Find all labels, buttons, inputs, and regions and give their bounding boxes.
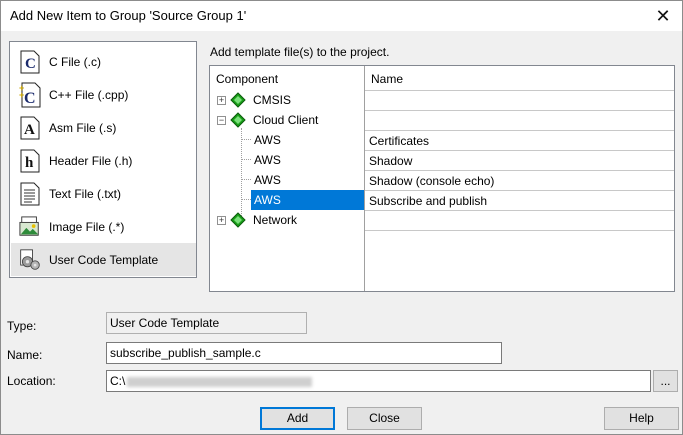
dialog-title: Add New Item to Group 'Source Group 1' xyxy=(10,8,247,23)
type-field: User Code Template xyxy=(106,312,307,334)
tree-node-cloud-client[interactable]: − Cloud Client xyxy=(210,110,364,130)
tree-node-label: CMSIS xyxy=(253,93,292,107)
type-item-header-file[interactable]: h Header File (.h) xyxy=(11,144,196,177)
type-label: C++ File (.cpp) xyxy=(49,87,129,102)
type-label: Type: xyxy=(7,319,37,333)
type-label: Image File (.*) xyxy=(49,219,125,234)
name-cell[interactable]: Certificates xyxy=(365,131,674,151)
column-header-name[interactable]: Name xyxy=(371,72,403,86)
collapse-icon[interactable]: − xyxy=(217,116,226,125)
tree-leaf-aws-subscribe-publish[interactable]: AWS xyxy=(210,190,364,210)
tree-node-network[interactable]: + Network xyxy=(210,210,364,230)
component-diamond-icon xyxy=(230,92,246,108)
location-label: Location: xyxy=(7,374,56,388)
expand-icon[interactable]: + xyxy=(217,96,226,105)
add-button[interactable]: Add xyxy=(260,407,335,430)
name-cell[interactable] xyxy=(365,111,674,131)
tree-node-label: Cloud Client xyxy=(253,113,319,127)
add-new-item-dialog: Add New Item to Group 'Source Group 1' ✕… xyxy=(0,0,683,435)
name-field[interactable]: subscribe_publish_sample.c xyxy=(106,342,502,364)
svg-text:+: + xyxy=(19,90,24,100)
type-label: Header File (.h) xyxy=(49,153,133,168)
svg-text:C: C xyxy=(24,90,36,107)
column-header-component[interactable]: Component xyxy=(216,72,278,86)
image-file-icon xyxy=(19,214,41,240)
header-file-icon: h xyxy=(19,148,41,174)
name-cell[interactable] xyxy=(365,211,674,231)
help-button[interactable]: Help xyxy=(604,407,679,430)
cpp-file-icon: C + + xyxy=(19,82,41,108)
component-diamond-icon xyxy=(230,212,246,228)
close-button[interactable]: Close xyxy=(347,407,422,430)
tree-leaf-label: AWS xyxy=(254,173,281,187)
svg-text:C: C xyxy=(25,56,36,72)
name-cell[interactable]: Shadow (console echo) xyxy=(365,171,674,191)
asm-file-icon: A xyxy=(19,115,41,141)
expand-icon[interactable]: + xyxy=(217,216,226,225)
type-item-user-code-template[interactable]: User Code Template xyxy=(11,243,196,276)
tree-leaf-aws-shadow-console-echo[interactable]: AWS xyxy=(210,170,364,190)
title-bar: Add New Item to Group 'Source Group 1' ✕ xyxy=(1,1,682,31)
type-item-text-file[interactable]: Text File (.txt) xyxy=(11,177,196,210)
name-cell-text: Shadow xyxy=(369,154,413,168)
redacted-path xyxy=(127,376,313,387)
hint-text: Add template file(s) to the project. xyxy=(210,45,390,59)
tree-node-label: Network xyxy=(253,213,298,227)
type-label: User Code Template xyxy=(49,252,159,267)
name-cell[interactable] xyxy=(365,91,674,111)
c-file-icon: C xyxy=(19,49,41,75)
name-cell[interactable]: Shadow xyxy=(365,151,674,171)
location-text: C:\ xyxy=(110,374,126,388)
type-item-cpp-file[interactable]: C + + C++ File (.cpp) xyxy=(11,78,196,111)
tree-node-cmsis[interactable]: + CMSIS xyxy=(210,90,364,110)
component-diamond-icon xyxy=(230,112,246,128)
type-label: C File (.c) xyxy=(49,54,101,69)
template-tree: Component Name + CMSIS − Cloud Client AW… xyxy=(209,65,675,292)
type-item-asm-file[interactable]: A Asm File (.s) xyxy=(11,111,196,144)
browse-button[interactable]: ... xyxy=(653,370,678,392)
close-icon[interactable]: ✕ xyxy=(650,3,676,29)
type-label: Asm File (.s) xyxy=(49,120,117,135)
type-item-c-file[interactable]: C C File (.c) xyxy=(11,45,196,78)
tree-leaf-aws-shadow[interactable]: AWS xyxy=(210,150,364,170)
location-field[interactable]: C:\ xyxy=(106,370,651,392)
tree-leaf-aws-certificates[interactable]: AWS xyxy=(210,130,364,150)
name-cell-text: Certificates xyxy=(369,134,430,148)
tree-leaf-label-selected: AWS xyxy=(251,190,364,210)
type-label: Text File (.txt) xyxy=(49,186,122,201)
tree-leaf-label: AWS xyxy=(254,133,281,147)
svg-text:h: h xyxy=(25,155,34,171)
text-file-icon xyxy=(19,181,41,207)
name-cell-text: Subscribe and publish xyxy=(369,194,488,208)
name-cell-text: Shadow (console echo) xyxy=(369,174,495,188)
type-item-image-file[interactable]: Image File (.*) xyxy=(11,210,196,243)
tree-leaf-label: AWS xyxy=(254,153,281,167)
file-type-list: C C File (.c) C + + C++ File (.cpp) A Asm … xyxy=(9,41,197,278)
name-label: Name: xyxy=(7,348,43,362)
user-code-template-icon xyxy=(19,247,41,273)
name-cell[interactable]: Subscribe and publish xyxy=(365,191,674,211)
svg-text:A: A xyxy=(24,122,35,138)
